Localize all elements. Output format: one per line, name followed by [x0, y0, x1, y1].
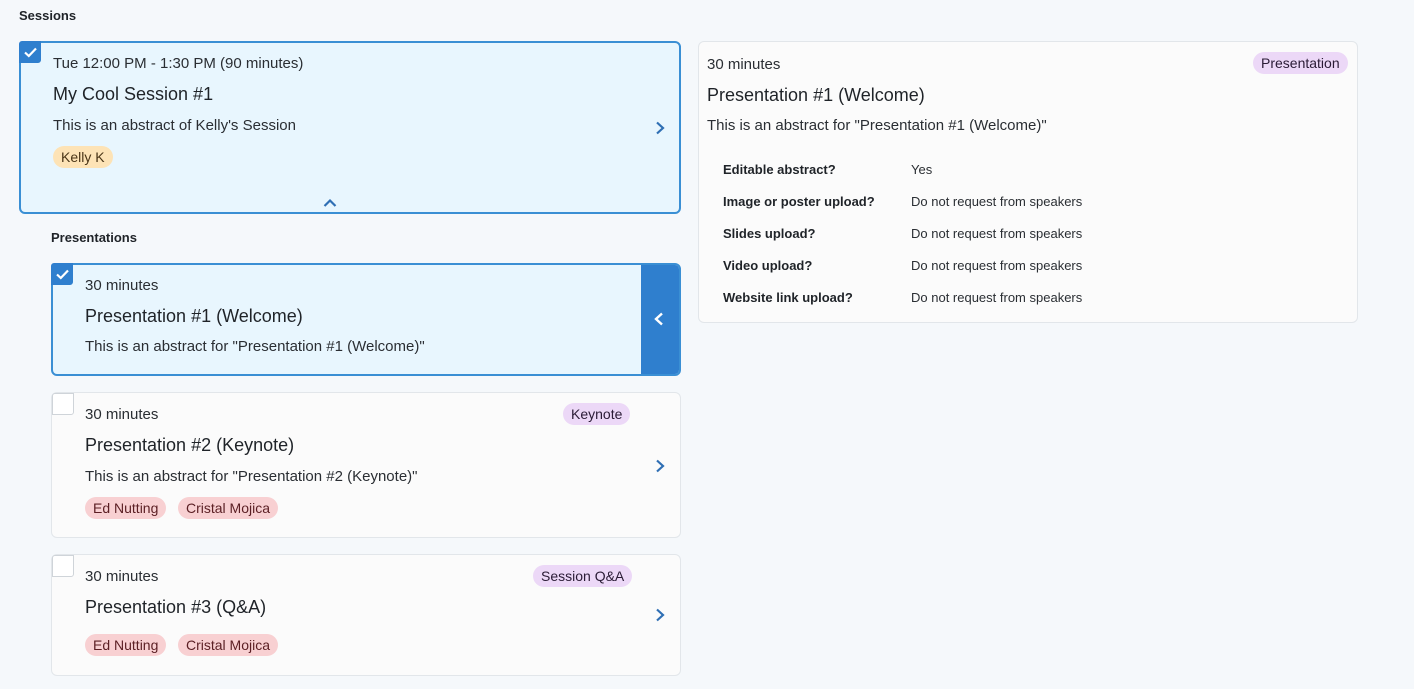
detail-title: Presentation #1 (Welcome) [707, 85, 925, 105]
chevron-left-icon [654, 312, 663, 326]
presentation-checkbox[interactable] [52, 555, 74, 577]
detail-field-value: Do not request from speakers [911, 290, 1083, 305]
presentation-abstract: This is an abstract for "Presentation #2… [85, 468, 418, 485]
detail-duration: 30 minutes [707, 56, 781, 73]
presentation-detail-panel: 30 minutes Presentation Presentation #1 … [698, 41, 1358, 323]
sessions-heading: Sessions [19, 8, 77, 23]
chevron-up-icon[interactable] [323, 198, 337, 208]
speaker-tag: Cristal Mojica [178, 497, 279, 519]
speaker-tag: Ed Nutting [85, 634, 167, 656]
presentation-card[interactable]: 30 minutes Presentation #1 (Welcome) Thi… [51, 263, 681, 376]
detail-field-label: Video upload? [723, 258, 813, 273]
presentation-type-tag: Session Q&A [533, 565, 633, 587]
session-checkbox[interactable] [19, 41, 41, 63]
detail-field-value: Yes [911, 162, 933, 177]
session-abstract: This is an abstract of Kelly's Session [53, 117, 296, 134]
check-icon [56, 269, 69, 280]
chevron-right-icon[interactable] [655, 459, 665, 473]
chevron-right-icon[interactable] [655, 608, 665, 622]
presentation-checkbox[interactable] [51, 263, 73, 285]
speaker-tag: Ed Nutting [85, 497, 167, 519]
presentation-checkbox[interactable] [52, 393, 74, 415]
detail-field-label: Slides upload? [723, 226, 816, 241]
presentation-title: Presentation #1 (Welcome) [85, 306, 303, 326]
presentation-abstract: This is an abstract for "Presentation #1… [85, 338, 425, 355]
presentation-type-tag: Keynote [563, 403, 631, 425]
presentation-title: Presentation #3 (Q&A) [85, 597, 267, 617]
detail-field-value: Do not request from speakers [911, 194, 1083, 209]
presentation-duration: 30 minutes [85, 568, 159, 585]
detail-type-tag: Presentation [1253, 52, 1348, 74]
detail-field-label: Editable abstract? [723, 162, 836, 177]
presentation-duration: 30 minutes [85, 277, 159, 294]
collapse-detail-button[interactable] [641, 265, 679, 374]
chevron-right-icon[interactable] [655, 121, 665, 135]
session-title: My Cool Session #1 [53, 84, 214, 104]
presentations-heading: Presentations [51, 230, 137, 245]
detail-abstract: This is an abstract for "Presentation #1… [707, 117, 1047, 134]
detail-field-label: Image or poster upload? [723, 194, 875, 209]
speaker-tag: Cristal Mojica [178, 634, 279, 656]
presentation-card[interactable]: 30 minutes Keynote Presentation #2 (Keyn… [51, 392, 681, 538]
presentation-title: Presentation #2 (Keynote) [85, 435, 295, 455]
check-icon [24, 47, 37, 58]
presentation-duration: 30 minutes [85, 406, 159, 423]
speaker-tag: Kelly K [53, 146, 113, 168]
detail-field-value: Do not request from speakers [911, 226, 1083, 241]
session-card[interactable]: Tue 12:00 PM - 1:30 PM (90 minutes) My C… [19, 41, 681, 214]
detail-field-value: Do not request from speakers [911, 258, 1083, 273]
detail-field-label: Website link upload? [723, 290, 853, 305]
presentation-card[interactable]: 30 minutes Session Q&A Presentation #3 (… [51, 554, 681, 676]
session-time: Tue 12:00 PM - 1:30 PM (90 minutes) [53, 55, 304, 72]
